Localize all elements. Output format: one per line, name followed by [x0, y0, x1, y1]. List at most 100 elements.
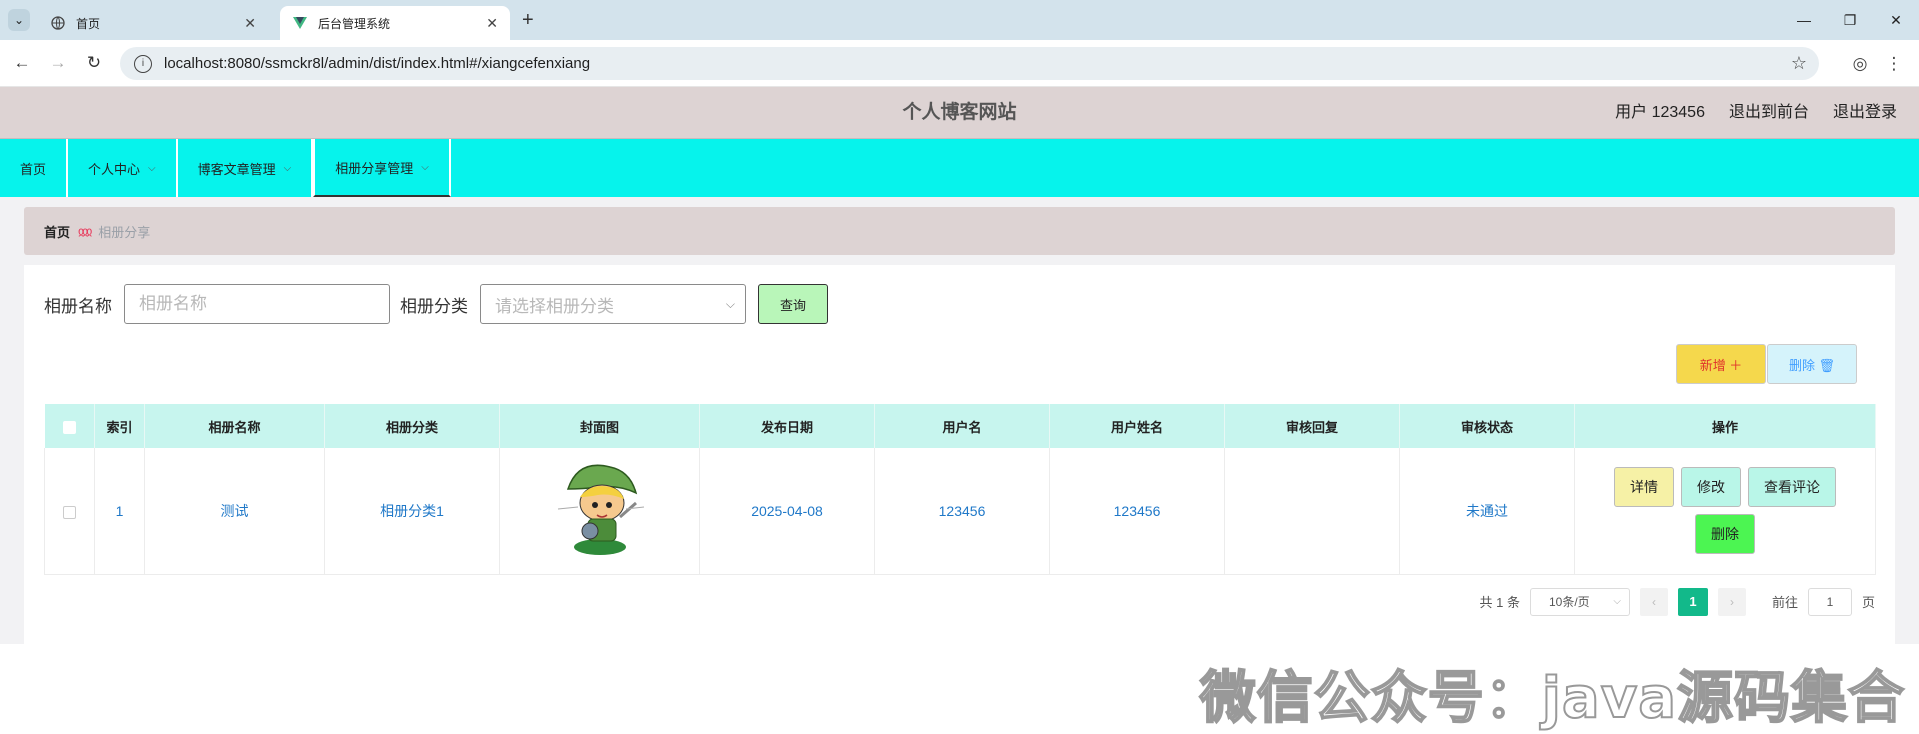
- current-user-label: 用户 123456: [1615, 104, 1705, 121]
- page-size-value: 10条/页: [1548, 595, 1590, 609]
- tab-search-dropdown-icon[interactable]: ⌄: [8, 9, 30, 31]
- action-toolbar: 新增 ＋ 删除 🗑: [44, 344, 1875, 384]
- url-text: localhost:8080/ssmckr8l/admin/dist/index…: [164, 55, 591, 72]
- tab-close-icon[interactable]: ✕: [244, 15, 256, 32]
- chevron-down-icon: ⌵: [148, 162, 156, 174]
- page-size-select[interactable]: 10条/页 ⌵: [1529, 587, 1630, 616]
- vue-logo-icon: [292, 15, 308, 31]
- column-header[interactable]: 相册名称: [144, 404, 325, 448]
- column-header[interactable]: 用户姓名: [1049, 404, 1225, 448]
- cover-image[interactable]: [550, 459, 650, 559]
- content-panel: 相册名称 相册分类 请选择相册分类 ⌵ 查询 新增 ＋ 删除 🗑 索引 相: [24, 265, 1895, 644]
- column-header: 封面图: [499, 404, 700, 448]
- breadcrumb-current: 相册分享: [98, 224, 151, 240]
- tab-close-icon[interactable]: ✕: [486, 15, 498, 32]
- browser-tab-bar: ⌄ 首页 ✕ 后台管理系统 ✕ + — ❐ ✕: [0, 0, 1919, 40]
- minimize-icon[interactable]: —: [1781, 0, 1827, 40]
- breadcrumb: 首页 ჲჲჲ 相册分享: [24, 207, 1895, 255]
- page-number-current[interactable]: 1: [1677, 587, 1708, 616]
- album-table: 索引 相册名称 相册分类 封面图 发布日期 用户名 用户姓名 审核回复 审核状态…: [44, 404, 1876, 575]
- batch-delete-button[interactable]: 删除 🗑: [1767, 344, 1857, 384]
- bookmark-star-icon[interactable]: ☆: [1791, 53, 1807, 74]
- cell-user-realname: 123456: [1049, 448, 1225, 575]
- album-category-select[interactable]: 请选择相册分类 ⌵: [480, 284, 746, 324]
- chevron-down-icon: ⌵: [421, 161, 429, 173]
- album-name-input[interactable]: [124, 284, 390, 324]
- album-category-label: 相册分类: [400, 296, 468, 316]
- page-bottom: 微信公众号：java源码集合: [0, 645, 1919, 732]
- exit-to-front-link[interactable]: 退出到前台: [1729, 87, 1809, 139]
- menu-item-label: 相册分享管理: [335, 160, 414, 176]
- chevron-down-icon: ⌵: [283, 162, 292, 174]
- main-menu: 首页 个人中心 ⌵ 博客文章管理 ⌵ 相册分享管理 ⌵: [0, 139, 1919, 197]
- column-header[interactable]: 审核状态: [1399, 404, 1575, 448]
- menu-item-label: 首页: [20, 161, 47, 177]
- next-page-icon[interactable]: ›: [1717, 587, 1746, 616]
- column-header[interactable]: 相册分类: [324, 404, 500, 448]
- reload-icon[interactable]: ↻: [76, 45, 112, 81]
- new-tab-icon[interactable]: +: [522, 9, 534, 32]
- back-icon[interactable]: ←: [4, 45, 40, 81]
- menu-item-home[interactable]: 首页: [0, 139, 69, 197]
- browser-tab-admin[interactable]: 后台管理系统 ✕: [280, 6, 510, 40]
- table-row: 1 测试 相册分类1 2025-04-08 123456 123456 未通过 …: [44, 448, 1876, 575]
- cell-album-name: 测试: [144, 448, 325, 575]
- select-all-checkbox[interactable]: [62, 420, 76, 434]
- tab-title: 后台管理系统: [318, 16, 391, 31]
- menu-item-personal-center[interactable]: 个人中心 ⌵: [68, 139, 178, 197]
- prev-page-icon[interactable]: ‹: [1639, 587, 1668, 616]
- pagination: 共 1 条 10条/页 ⌵ ‹ 1 › 前往 页: [44, 587, 1875, 616]
- add-button[interactable]: 新增 ＋: [1676, 344, 1766, 384]
- cell-review-reply: [1224, 448, 1400, 575]
- profile-icon[interactable]: ◎: [1843, 47, 1877, 81]
- close-window-icon[interactable]: ✕: [1873, 0, 1919, 40]
- column-header[interactable]: 索引: [94, 404, 145, 448]
- restore-icon[interactable]: ❐: [1827, 0, 1873, 40]
- cell-album-category: 相册分类1: [324, 448, 500, 575]
- menu-item-label: 博客文章管理: [197, 161, 276, 177]
- view-comments-button[interactable]: 查看评论: [1748, 467, 1836, 508]
- app-header: 个人博客网站 用户 123456 退出到前台 退出登录: [0, 87, 1919, 139]
- column-header: 操作: [1574, 404, 1876, 448]
- menu-item-label: 个人中心: [88, 161, 141, 177]
- column-header[interactable]: 审核回复: [1224, 404, 1400, 448]
- menu-item-album-sharing[interactable]: 相册分享管理 ⌵: [313, 139, 451, 197]
- page-suffix: 页: [1861, 595, 1875, 610]
- chevron-down-icon: ⌵: [1613, 596, 1621, 607]
- album-name-label: 相册名称: [44, 296, 112, 316]
- goto-page-input[interactable]: [1807, 587, 1852, 616]
- cell-index: 1: [94, 448, 145, 575]
- query-button[interactable]: 查询: [758, 284, 828, 324]
- site-info-icon[interactable]: i: [134, 54, 152, 73]
- goto-label: 前往: [1771, 595, 1798, 610]
- logout-link[interactable]: 退出登录: [1833, 87, 1897, 139]
- edit-button[interactable]: 修改: [1681, 467, 1741, 508]
- browser-tab-home[interactable]: 首页 ✕: [38, 6, 268, 40]
- breadcrumb-home[interactable]: 首页: [44, 222, 70, 241]
- select-all-cell: [44, 404, 95, 448]
- browser-address-bar: ← → ↻ i localhost:8080/ssmckr8l/admin/di…: [0, 40, 1919, 87]
- menu-item-blog-articles[interactable]: 博客文章管理 ⌵: [178, 139, 314, 197]
- cell-cover: [499, 448, 700, 575]
- cell-username: 123456: [874, 448, 1050, 575]
- globe-icon: [50, 15, 66, 31]
- column-header[interactable]: 用户名: [874, 404, 1050, 448]
- row-delete-button[interactable]: 删除: [1695, 514, 1755, 555]
- browser-menu-icon[interactable]: ⋮: [1877, 47, 1911, 81]
- pager-total: 共 1 条: [1479, 595, 1520, 610]
- cell-operations: 详情 修改 查看评论 删除: [1574, 448, 1876, 575]
- column-header[interactable]: 发布日期: [699, 404, 875, 448]
- window-controls: — ❐ ✕: [1781, 0, 1919, 40]
- tab-title: 首页: [76, 16, 101, 31]
- cell-publish-date: 2025-04-08: [699, 448, 875, 575]
- select-placeholder: 请选择相册分类: [495, 296, 614, 316]
- chevron-down-icon: ⌵: [725, 296, 735, 311]
- main-content: 首页 ჲჲჲ 相册分享 相册名称 相册分类 请选择相册分类 ⌵ 查询 新增 ＋ …: [0, 197, 1919, 644]
- row-checkbox[interactable]: [63, 505, 76, 519]
- watermark-text: 微信公众号：java源码集合: [1199, 665, 1905, 732]
- forward-icon[interactable]: →: [40, 45, 76, 81]
- search-form: 相册名称 相册分类 请选择相册分类 ⌵ 查询: [44, 284, 1875, 324]
- table-header-row: 索引 相册名称 相册分类 封面图 发布日期 用户名 用户姓名 审核回复 审核状态…: [44, 404, 1876, 448]
- url-bar[interactable]: i localhost:8080/ssmckr8l/admin/dist/ind…: [120, 47, 1819, 80]
- detail-button[interactable]: 详情: [1614, 467, 1674, 508]
